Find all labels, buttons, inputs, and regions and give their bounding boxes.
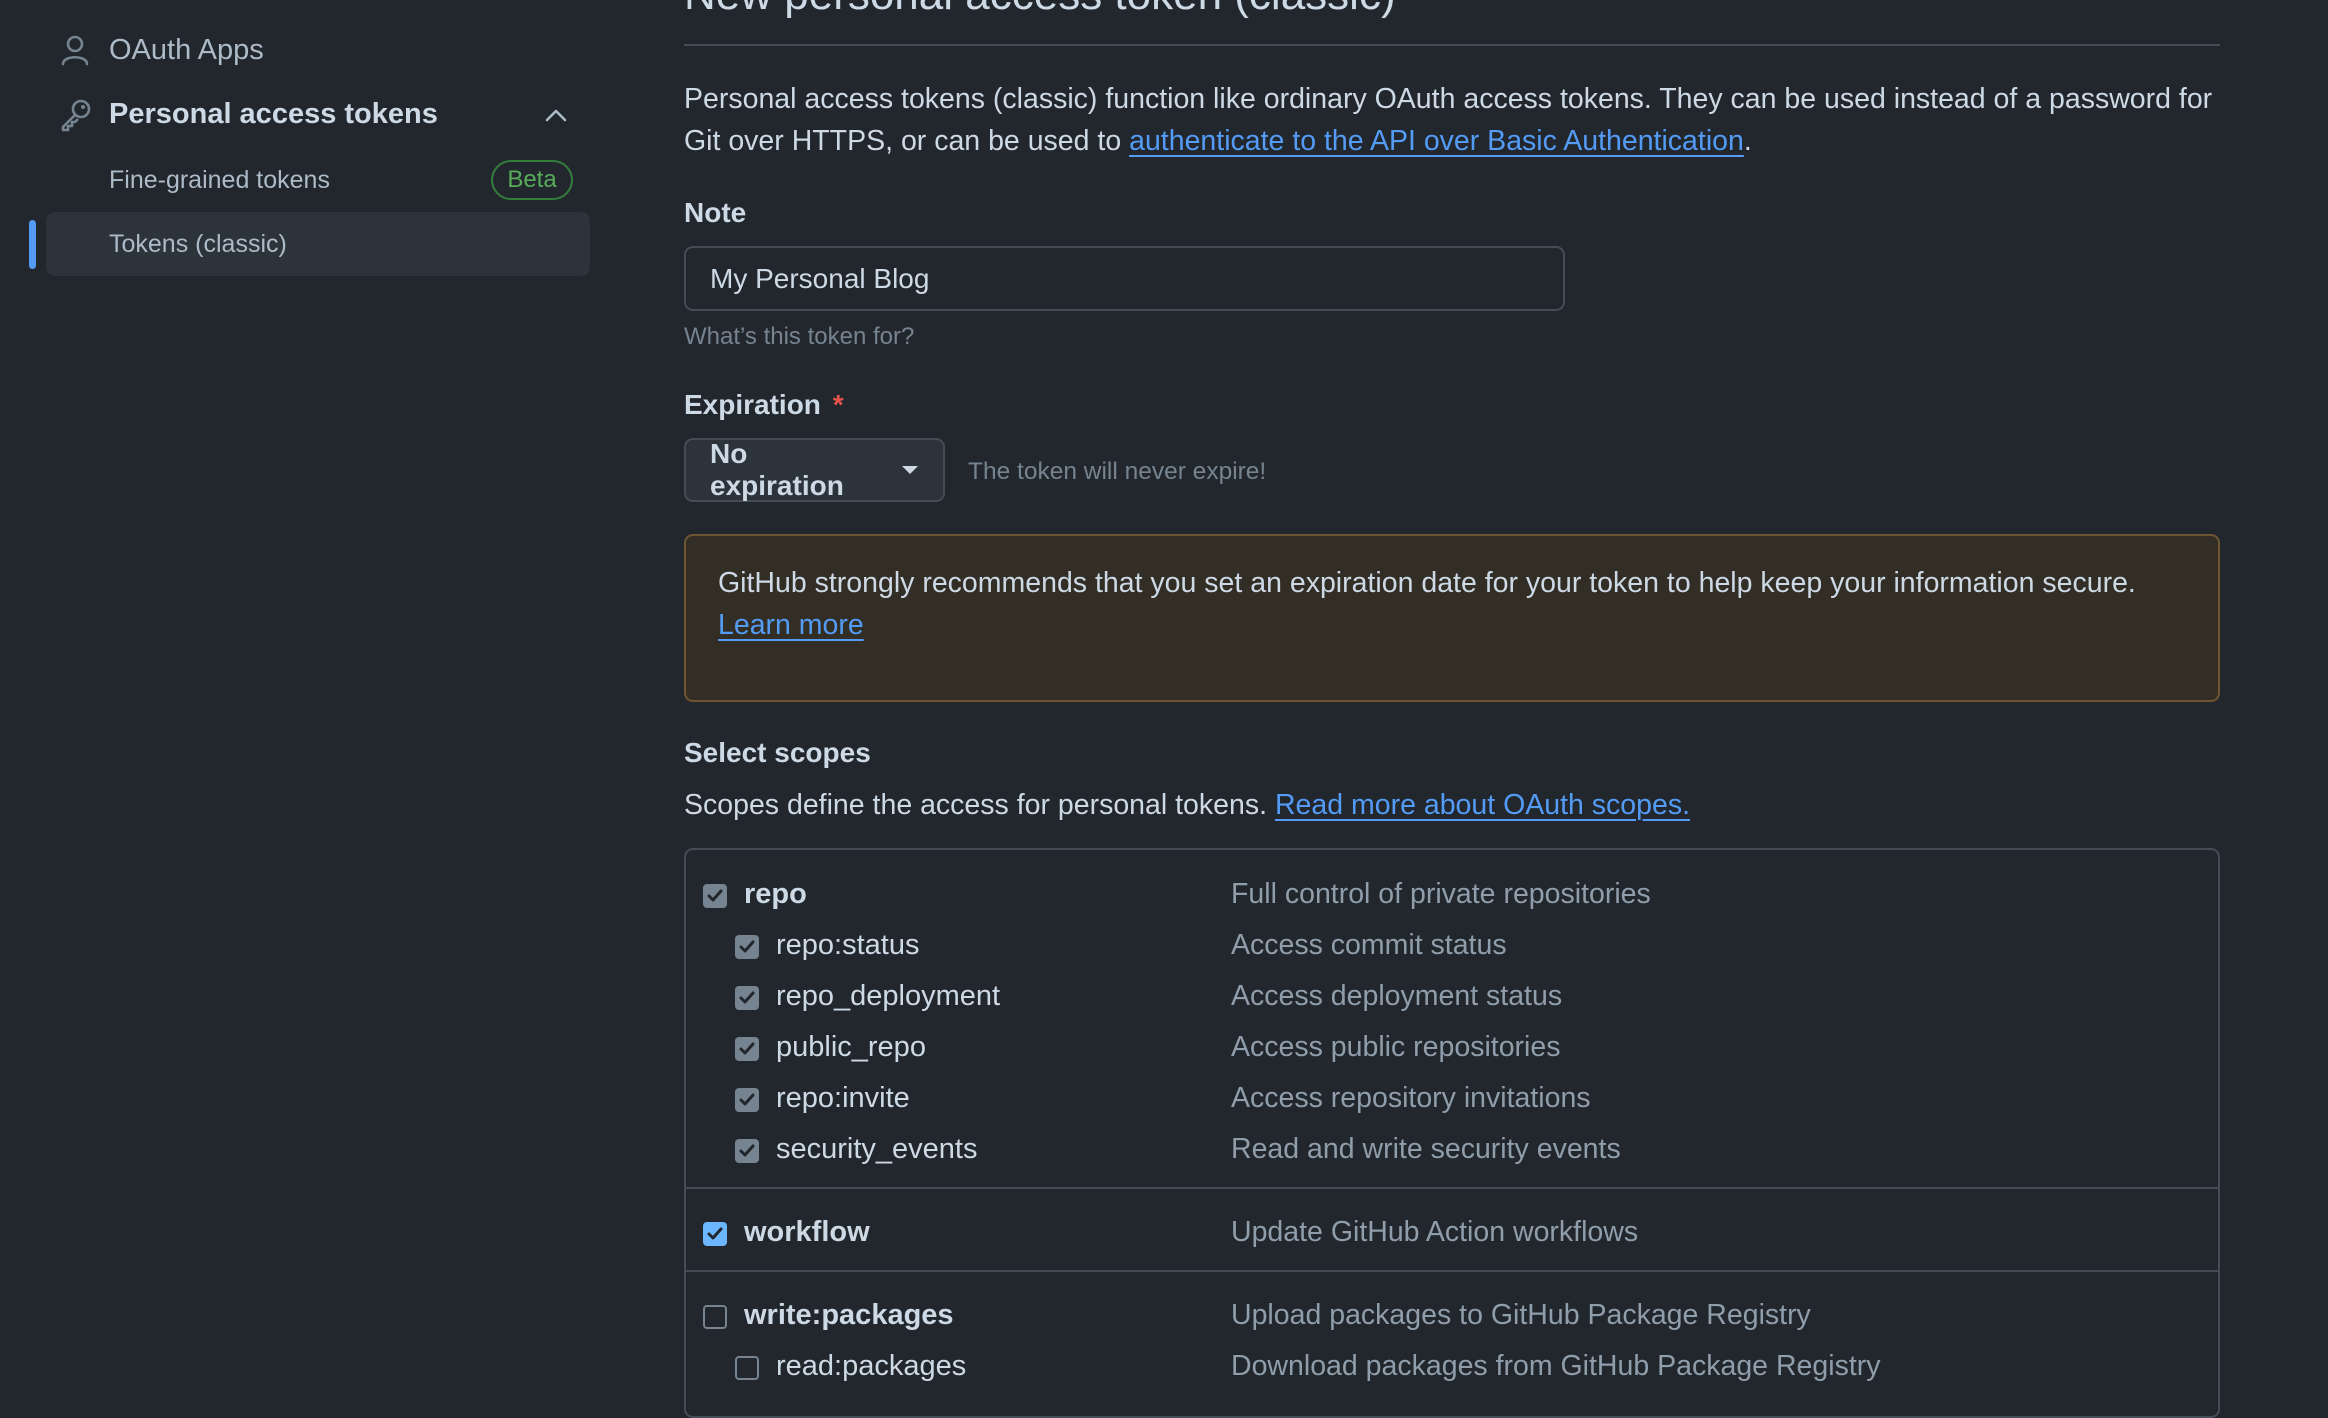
scope-name: read:packages <box>776 1350 967 1382</box>
scope-description: Update GitHub Action workflows <box>1231 1216 1639 1248</box>
scopes-text: Scopes define the access for personal to… <box>684 789 1268 821</box>
main-content: New personal access token (classic) Pers… <box>0 0 2328 1418</box>
title-divider <box>684 44 2220 46</box>
scope-name: repo_deployment <box>776 980 1001 1012</box>
scope-checkbox-repo-status[interactable] <box>735 935 759 959</box>
scope-description: Access deployment status <box>1231 980 1563 1012</box>
note-label: Note <box>684 197 747 228</box>
caret-down-icon <box>901 465 919 475</box>
scope-checkbox-public-repo[interactable] <box>735 1037 759 1061</box>
scope-row-read-packages: read:packages Download packages from Git… <box>686 1342 2218 1392</box>
scope-name: write:packages <box>744 1299 954 1331</box>
scope-checkbox-workflow[interactable] <box>703 1222 727 1246</box>
scopes-title: Select scopes <box>684 737 871 768</box>
scope-row-security-events: security_events Read and write security … <box>686 1125 2218 1175</box>
scope-checkbox-repo[interactable] <box>703 884 727 908</box>
scope-name: security_events <box>776 1133 978 1165</box>
scope-group-divider <box>686 1187 2218 1189</box>
scope-name: repo:invite <box>776 1082 910 1114</box>
scope-row-repo-status: repo:status Access commit status <box>686 921 2218 971</box>
page-title: New personal access token (classic) <box>684 0 1396 20</box>
scope-description: Read and write security events <box>1231 1133 1621 1165</box>
scope-description: Access repository invitations <box>1231 1082 1591 1114</box>
learn-more-link[interactable]: Learn more <box>718 609 864 641</box>
expiration-hint: The token will never expire! <box>968 458 1267 485</box>
scope-checkbox-repo-deployment[interactable] <box>735 986 759 1010</box>
oauth-scopes-link[interactable]: Read more about OAuth scopes. <box>1275 789 1690 821</box>
scope-row-repo-deployment: repo_deployment Access deployment status <box>686 972 2218 1022</box>
scope-description: Upload packages to GitHub Package Regist… <box>1231 1299 1811 1331</box>
scope-name: public_repo <box>776 1031 926 1063</box>
scopes-description: Scopes define the access for personal to… <box>684 789 1690 822</box>
scope-row-write-packages: write:packages Upload packages to GitHub… <box>686 1291 2218 1341</box>
scope-group-divider <box>686 1270 2218 1272</box>
expiration-label-text: Expiration <box>684 389 821 420</box>
scope-checkbox-read-packages[interactable] <box>735 1356 759 1380</box>
scope-checkbox-write-packages[interactable] <box>703 1305 727 1329</box>
scope-row-public-repo: public_repo Access public repositories <box>686 1023 2218 1073</box>
required-mark: * <box>832 389 844 420</box>
scope-name: workflow <box>744 1216 870 1248</box>
basic-auth-link[interactable]: authenticate to the API over Basic Authe… <box>1129 125 1744 157</box>
scope-name: repo:status <box>776 929 920 961</box>
scope-checkbox-security-events[interactable] <box>735 1139 759 1163</box>
expiration-dropdown[interactable]: No expiration <box>684 438 945 502</box>
intro-end: . <box>1743 125 1752 157</box>
note-input[interactable] <box>684 246 1565 311</box>
scope-row-repo: repo Full control of private repositorie… <box>686 870 2218 920</box>
scope-description: Access commit status <box>1231 929 1507 961</box>
scope-description: Access public repositories <box>1231 1031 1561 1063</box>
scope-checkbox-repo-invite[interactable] <box>735 1088 759 1112</box>
intro-paragraph: Personal access tokens (classic) functio… <box>684 78 2224 162</box>
scope-description: Download packages from GitHub Package Re… <box>1231 1350 1881 1382</box>
expiration-warning: GitHub strongly recommends that you set … <box>684 534 2220 702</box>
scope-name: repo <box>744 878 807 910</box>
scope-description: Full control of private repositories <box>1231 878 1651 910</box>
scopes-list: repo Full control of private repositorie… <box>684 848 2220 1418</box>
scope-row-workflow: workflow Update GitHub Action workflows <box>686 1208 2218 1258</box>
expiration-label: Expiration * <box>684 389 844 421</box>
expiration-value: No expiration <box>710 438 844 501</box>
warning-text: GitHub strongly recommends that you set … <box>718 567 2136 599</box>
scope-row-repo-invite: repo:invite Access repository invitation… <box>686 1074 2218 1124</box>
note-hint: What’s this token for? <box>684 323 915 350</box>
